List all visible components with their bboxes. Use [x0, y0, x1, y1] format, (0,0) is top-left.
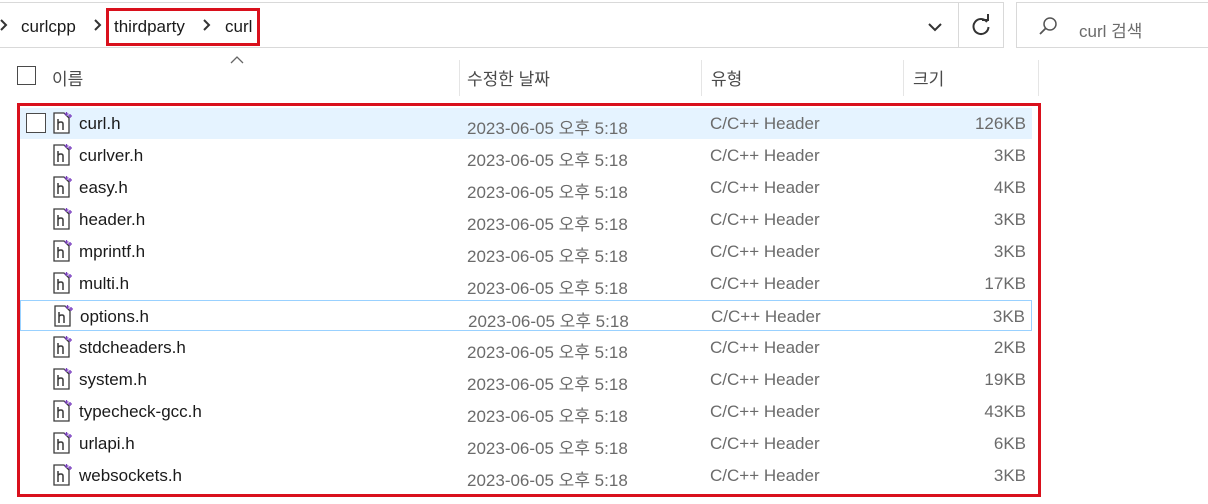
- file-row[interactable]: system.h 2023-06-05 오후 5:18 C/C++ Header 19…: [20, 364, 1032, 395]
- header-file-icon: [51, 271, 73, 295]
- file-name[interactable]: urlapi.h: [79, 434, 135, 454]
- header-file-icon: [52, 304, 74, 328]
- file-row[interactable]: options.h 2023-06-05 오후 5:18 C/C++ Header 3…: [20, 300, 1032, 331]
- file-size: 3KB: [993, 242, 1026, 261]
- file-date: 2023-06-05 오후 5:18: [467, 279, 628, 298]
- file-size: 3KB: [993, 466, 1026, 485]
- file-row[interactable]: mprintf.h 2023-06-05 오후 5:18 C/C++ Header 3…: [20, 236, 1032, 267]
- file-size: 3KB: [993, 146, 1026, 165]
- file-row[interactable]: curlver.h 2023-06-05 오후 5:18 C/C++ Header 3…: [20, 140, 1032, 171]
- file-type: C/C++ Header: [711, 307, 821, 326]
- file-name[interactable]: websockets.h: [79, 466, 182, 486]
- file-size: 126KB: [974, 114, 1026, 133]
- file-type: C/C++ Header: [710, 370, 820, 389]
- file-type: C/C++ Header: [710, 146, 820, 165]
- column-divider[interactable]: [1038, 60, 1039, 96]
- header-file-icon: [51, 111, 73, 135]
- file-date: 2023-06-05 오후 5:18: [467, 247, 628, 266]
- file-size: 4KB: [993, 178, 1026, 197]
- file-date: 2023-06-05 오후 5:18: [467, 471, 628, 490]
- column-header-date[interactable]: 수정한 날짜: [467, 65, 550, 90]
- file-size: 19KB: [984, 370, 1026, 389]
- breadcrumb-highlight-box: [106, 8, 260, 46]
- file-name[interactable]: curl.h: [79, 114, 121, 134]
- file-type: C/C++ Header: [710, 114, 820, 133]
- address-bar[interactable]: curlcpp thirdparty curl: [0, 2, 1004, 48]
- header-file-icon: [51, 431, 73, 455]
- file-date: 2023-06-05 오후 5:18: [467, 151, 628, 170]
- address-divider: [958, 3, 959, 47]
- header-file-icon: [51, 207, 73, 231]
- file-type: C/C++ Header: [710, 178, 820, 197]
- column-divider[interactable]: [459, 60, 460, 96]
- sort-ascending-icon: [230, 56, 244, 64]
- column-header-name[interactable]: 이름: [52, 65, 83, 90]
- file-name[interactable]: typecheck-gcc.h: [79, 402, 202, 422]
- header-file-icon: [51, 175, 73, 199]
- file-type: C/C++ Header: [710, 242, 820, 261]
- file-date: 2023-06-05 오후 5:18: [467, 343, 628, 362]
- header-file-icon: [51, 143, 73, 167]
- file-name[interactable]: header.h: [79, 210, 145, 230]
- file-row[interactable]: easy.h 2023-06-05 오후 5:18 C/C++ Header 4KB: [20, 172, 1032, 203]
- file-name[interactable]: options.h: [80, 307, 149, 327]
- column-header-type[interactable]: 유형: [711, 65, 742, 90]
- file-name[interactable]: stdcheaders.h: [79, 338, 186, 358]
- file-type: C/C++ Header: [710, 434, 820, 453]
- file-type: C/C++ Header: [710, 338, 820, 357]
- column-divider[interactable]: [903, 60, 904, 96]
- file-date: 2023-06-05 오후 5:18: [467, 119, 628, 138]
- chevron-down-icon[interactable]: [920, 13, 950, 41]
- column-header: 이름 수정한 날짜 유형 크기: [0, 56, 1208, 100]
- file-size: 6KB: [993, 434, 1026, 453]
- file-type: C/C++ Header: [710, 402, 820, 421]
- file-row[interactable]: typecheck-gcc.h 2023-06-05 오후 5:18 C/C++ H…: [20, 396, 1032, 427]
- file-row[interactable]: curl.h 2023-06-05 오후 5:18 C/C++ Header 126K…: [20, 108, 1032, 139]
- file-date: 2023-06-05 오후 5:18: [467, 439, 628, 458]
- select-all-checkbox[interactable]: [17, 66, 36, 85]
- column-divider[interactable]: [701, 60, 702, 96]
- file-name[interactable]: mprintf.h: [79, 242, 145, 262]
- file-type: C/C++ Header: [710, 466, 820, 485]
- file-name[interactable]: system.h: [79, 370, 147, 390]
- file-date: 2023-06-05 오후 5:18: [467, 215, 628, 234]
- chevron-right-icon[interactable]: [94, 18, 102, 32]
- header-file-icon: [51, 239, 73, 263]
- search-icon: [1039, 17, 1057, 35]
- refresh-icon[interactable]: [966, 11, 996, 41]
- column-header-size[interactable]: 크기: [913, 65, 944, 90]
- breadcrumb-item-curlcpp[interactable]: curlcpp: [21, 17, 76, 37]
- file-type: C/C++ Header: [710, 210, 820, 229]
- file-date: 2023-06-05 오후 5:18: [467, 183, 628, 202]
- header-file-icon: [51, 335, 73, 359]
- search-box[interactable]: curl 검색: [1016, 2, 1208, 48]
- file-row[interactable]: stdcheaders.h 2023-06-05 오후 5:18 C/C++ Hea…: [20, 332, 1032, 363]
- file-size: 43KB: [984, 402, 1026, 421]
- file-size: 3KB: [992, 307, 1025, 326]
- file-row[interactable]: multi.h 2023-06-05 오후 5:18 C/C++ Header 17K…: [20, 268, 1032, 299]
- file-name[interactable]: easy.h: [79, 178, 128, 198]
- file-size: 3KB: [993, 210, 1026, 229]
- chevron-right-icon[interactable]: [0, 18, 8, 32]
- file-type: C/C++ Header: [710, 274, 820, 293]
- file-date: 2023-06-05 오후 5:18: [467, 375, 628, 394]
- file-row[interactable]: header.h 2023-06-05 오후 5:18 C/C++ Header 3K…: [20, 204, 1032, 235]
- header-file-icon: [51, 399, 73, 423]
- file-name[interactable]: multi.h: [79, 274, 129, 294]
- file-date: 2023-06-05 오후 5:18: [467, 407, 628, 426]
- file-size: 2KB: [993, 338, 1026, 357]
- file-row[interactable]: urlapi.h 2023-06-05 오후 5:18 C/C++ Header 6K…: [20, 428, 1032, 459]
- file-size: 17KB: [984, 274, 1026, 293]
- header-file-icon: [51, 463, 73, 487]
- row-checkbox[interactable]: [26, 113, 46, 133]
- file-date: 2023-06-05 오후 5:18: [468, 312, 629, 331]
- file-name[interactable]: curlver.h: [79, 146, 143, 166]
- file-row[interactable]: websockets.h 2023-06-05 오후 5:18 C/C++ Head…: [20, 460, 1032, 491]
- search-input[interactable]: curl 검색: [1079, 17, 1142, 42]
- header-file-icon: [51, 367, 73, 391]
